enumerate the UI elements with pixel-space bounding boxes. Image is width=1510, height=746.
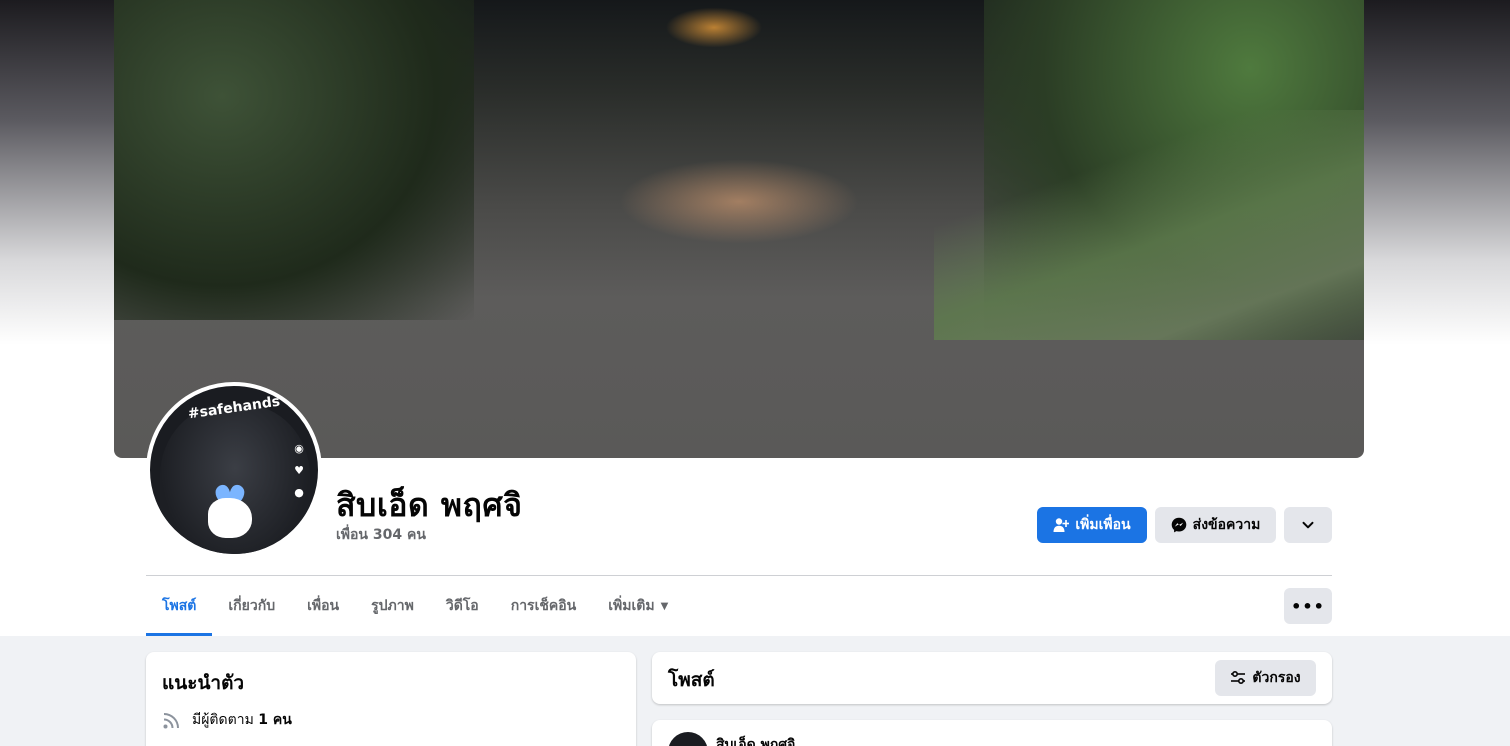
tab-label: รูปภาพ: [371, 598, 414, 614]
posts-header-card: โพสต์ ตัวกรอง: [652, 652, 1332, 704]
like-icon: ♥: [294, 464, 304, 477]
tab-checkins[interactable]: การเช็คอิน: [495, 576, 593, 636]
avatar-hand: [208, 498, 252, 538]
tab-posts[interactable]: โพสต์: [146, 576, 213, 636]
posts-title: โพสต์: [668, 669, 715, 691]
caret-down-icon: ▼: [660, 600, 669, 612]
profile-options-button[interactable]: [1284, 507, 1332, 543]
followers-text: มีผู้ติดตาม 1 คน: [192, 709, 292, 731]
filter-label: ตัวกรอง: [1252, 670, 1301, 686]
add-friend-button[interactable]: เพิ่มเพื่อน: [1037, 507, 1147, 543]
messenger-icon: [1171, 517, 1186, 533]
friends-count[interactable]: เพื่อน 304 คน: [336, 524, 426, 546]
followers-row: มีผู้ติดตาม 1 คน: [162, 709, 292, 731]
message-label: ส่งข้อความ: [1192, 517, 1261, 533]
add-friend-label: เพิ่มเพื่อน: [1075, 517, 1131, 533]
tab-label: เพิ่มเติม: [608, 598, 655, 614]
ellipsis-icon: •••: [1291, 596, 1325, 616]
message-button[interactable]: ส่งข้อความ: [1155, 507, 1276, 543]
tab-label: การเช็คอิน: [510, 598, 577, 614]
intro-title: แนะนำตัว: [162, 672, 245, 694]
tab-about[interactable]: เกี่ยวกับ: [212, 576, 291, 636]
tab-photos[interactable]: รูปภาพ: [355, 576, 430, 636]
record-icon: ◉: [294, 442, 304, 455]
comment-icon: ●: [294, 486, 304, 499]
avatar-side-icons: ◉ ♥ ●: [290, 438, 308, 504]
followers-prefix: มีผู้ติดตาม: [192, 712, 254, 728]
add-person-icon: [1053, 518, 1070, 532]
chevron-down-icon: [1302, 521, 1314, 529]
followers-count[interactable]: 1 คน: [258, 712, 292, 728]
tab-videos[interactable]: วิดีโอ: [430, 576, 495, 636]
tab-more[interactable]: เพิ่มเติม ▼: [592, 576, 684, 636]
post-card: สิบเอ็ด พฤศจิ: [652, 720, 1332, 746]
post-author-name[interactable]: สิบเอ็ด พฤศจิ: [716, 734, 795, 746]
tab-label: เกี่ยวกับ: [228, 598, 276, 614]
tab-friends[interactable]: เพื่อน: [291, 576, 355, 636]
profile-tabs: โพสต์ เกี่ยวกับ เพื่อน รูปภาพ วิดีโอ การ…: [146, 576, 684, 636]
sliders-icon: [1231, 670, 1246, 685]
tab-label: เพื่อน: [307, 598, 340, 614]
intro-card: แนะนำตัว มีผู้ติดตาม 1 คน: [146, 652, 636, 746]
tab-label: วิดีโอ: [445, 598, 479, 614]
tab-label: โพสต์: [162, 598, 197, 614]
profile-avatar[interactable]: #safehands ♥ ◉ ♥ ●: [146, 382, 322, 558]
post-author-avatar[interactable]: [668, 732, 708, 746]
rss-icon: [163, 713, 179, 729]
tabs-more-options-button[interactable]: •••: [1284, 588, 1332, 624]
filter-button[interactable]: ตัวกรอง: [1215, 660, 1316, 696]
